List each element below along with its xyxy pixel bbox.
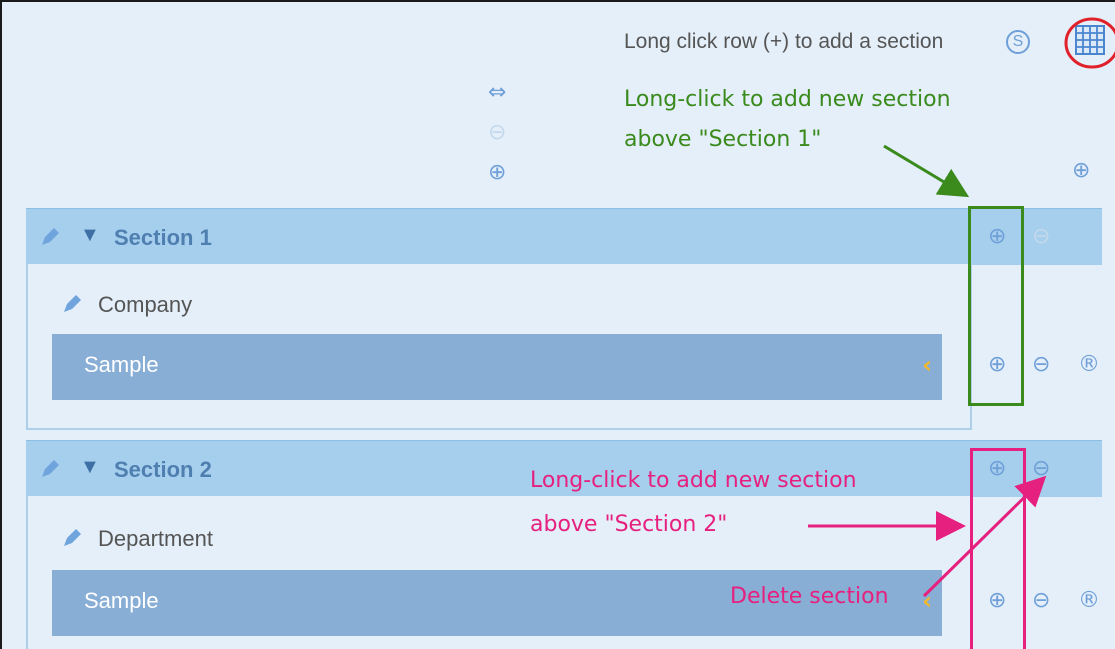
annotation-arrows	[808, 144, 1047, 598]
green-arrow	[883, 144, 970, 198]
pink-arrow-delete	[922, 475, 1047, 598]
app-frame: Long click row (+) to add a section S ⇔ …	[0, 0, 1115, 649]
